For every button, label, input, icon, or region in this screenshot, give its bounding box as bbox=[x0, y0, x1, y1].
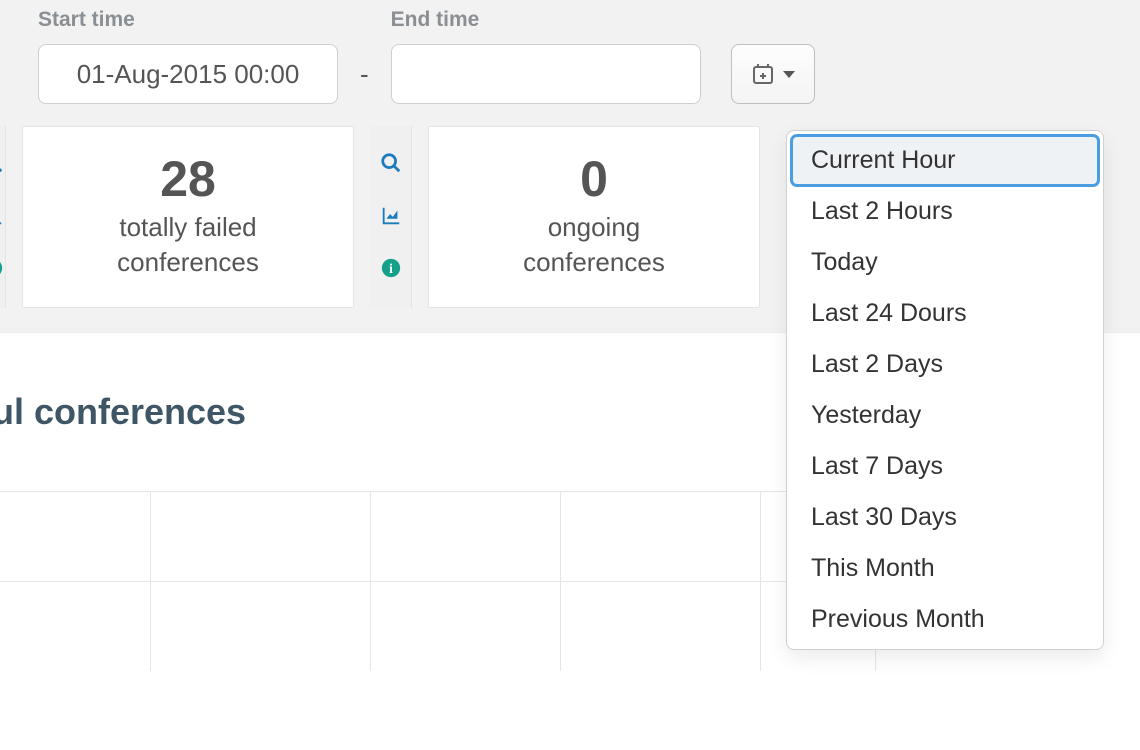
preset-option[interactable]: Yesterday bbox=[791, 390, 1099, 441]
preset-option[interactable]: Last 30 Days bbox=[791, 492, 1099, 543]
chevron-down-icon bbox=[783, 71, 795, 78]
start-time-label: Start time bbox=[38, 8, 338, 32]
end-time-input[interactable] bbox=[391, 44, 701, 104]
preset-option[interactable]: Current Hour bbox=[791, 135, 1099, 186]
range-dash: - bbox=[338, 44, 391, 104]
card-actions-strip: i bbox=[370, 126, 412, 308]
preset-option[interactable]: Today bbox=[791, 237, 1099, 288]
preset-option[interactable]: This Month bbox=[791, 543, 1099, 594]
start-time-input[interactable] bbox=[38, 44, 338, 104]
stat-card-failed: 28 totally failedconferences bbox=[22, 126, 354, 308]
info-icon[interactable]: i bbox=[0, 258, 3, 283]
info-icon[interactable]: i bbox=[381, 258, 401, 283]
preset-option[interactable]: Previous Month bbox=[791, 594, 1099, 645]
search-icon[interactable] bbox=[0, 152, 4, 179]
date-preset-button[interactable] bbox=[731, 44, 815, 104]
card-actions-strip: i bbox=[0, 126, 6, 308]
stat-label: ongoingconferences bbox=[523, 210, 665, 280]
search-icon[interactable] bbox=[380, 152, 402, 179]
chart-icon[interactable] bbox=[379, 205, 403, 232]
preset-option[interactable]: Last 2 Days bbox=[791, 339, 1099, 390]
stat-value: 28 bbox=[160, 154, 216, 204]
end-time-label: End time bbox=[391, 8, 701, 32]
stat-label: totally failedconferences bbox=[117, 210, 259, 280]
svg-text:i: i bbox=[389, 261, 393, 276]
preset-option[interactable]: Last 2 Hours bbox=[791, 186, 1099, 237]
preset-option[interactable]: Last 24 Dours bbox=[791, 288, 1099, 339]
chart-icon[interactable] bbox=[0, 205, 5, 232]
stat-card-ongoing: 0 ongoingconferences bbox=[428, 126, 760, 308]
preset-option[interactable]: Last 7 Days bbox=[791, 441, 1099, 492]
calendar-plus-icon bbox=[751, 62, 775, 86]
date-preset-menu: Current HourLast 2 HoursTodayLast 24 Dou… bbox=[786, 130, 1104, 650]
stat-value: 0 bbox=[580, 154, 608, 204]
